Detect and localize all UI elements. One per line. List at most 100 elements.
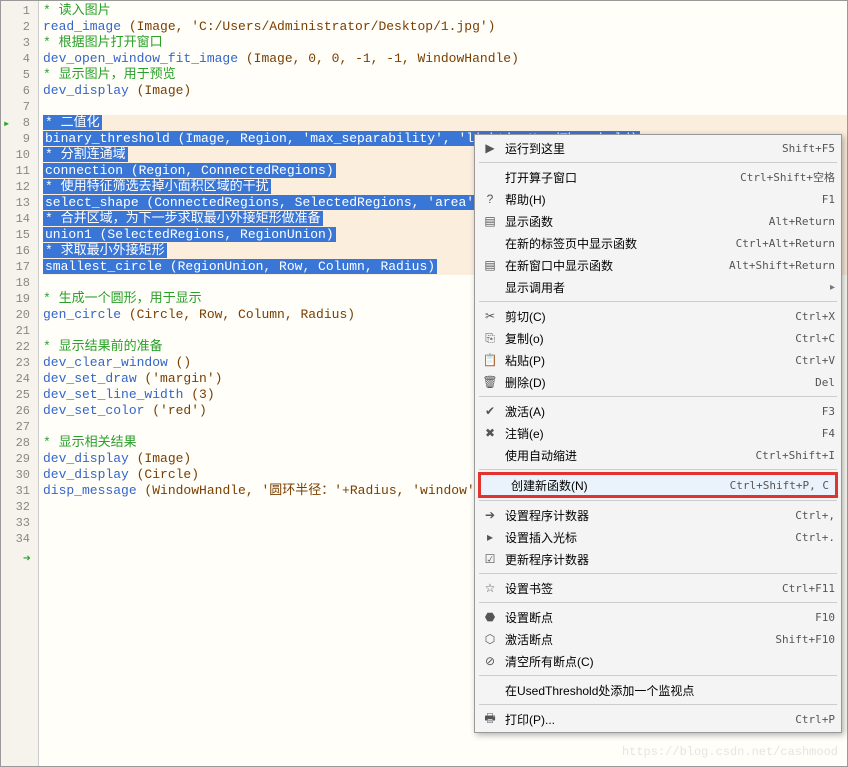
menu-label: 在新窗口中显示函数 [501, 257, 729, 274]
menu-label: 删除(D) [501, 374, 815, 391]
cut-icon: ✂ [479, 309, 501, 323]
menu-shortcut: F1 [822, 193, 835, 206]
tri-r-icon: ▸ [479, 530, 501, 544]
menu-label: 激活断点 [501, 631, 775, 648]
menu-item[interactable]: ⬣设置断点F10 [475, 606, 841, 628]
menu-separator [479, 675, 837, 676]
line-number: 21 [1, 323, 38, 339]
menu-shortcut: Del [815, 376, 835, 389]
menu-shortcut: Shift+F10 [775, 633, 835, 646]
activate-icon: ✔ [479, 404, 501, 418]
line-number: 28 [1, 435, 38, 451]
menu-item[interactable]: ➔设置程序计数器Ctrl+, [475, 504, 841, 526]
menu-item[interactable]: ▶运行到这里Shift+F5 [475, 137, 841, 159]
line-number: 15 [1, 227, 38, 243]
menu-label: 帮助(H) [501, 191, 822, 208]
code-line[interactable]: dev_open_window_fit_image (Image, 0, 0, … [43, 51, 847, 67]
menu-item[interactable]: 使用自动缩进Ctrl+Shift+I [475, 444, 841, 466]
line-number: 22 [1, 339, 38, 355]
menu-item[interactable]: ▤在新窗口中显示函数Alt+Shift+Return [475, 254, 841, 276]
line-number: 18 [1, 275, 38, 291]
menu-label: 打开算子窗口 [501, 169, 740, 186]
code-line[interactable] [43, 99, 847, 115]
line-number: 16 [1, 243, 38, 259]
menu-item[interactable]: ?帮助(H)F1 [475, 188, 841, 210]
stop-gray-icon: ⬡ [479, 632, 501, 646]
menu-shortcut: Ctrl+C [795, 332, 835, 345]
line-number: 33 [1, 515, 38, 531]
menu-shortcut: Ctrl+Shift+P, C [730, 479, 829, 492]
line-number: 17 [1, 259, 38, 275]
paste-icon: 📋 [479, 353, 501, 367]
menu-label: 在新的标签页中显示函数 [501, 235, 736, 252]
run-icon: ▶ [479, 141, 501, 155]
breakpoint-marker[interactable]: ▸ [3, 116, 10, 132]
menu-shortcut: Shift+F5 [782, 142, 835, 155]
menu-label: 清空所有断点(C) [501, 653, 835, 670]
code-line[interactable]: * 根据图片打开窗口 [43, 35, 847, 51]
line-number: 13 [1, 195, 38, 211]
arrow-r-icon: ➔ [479, 508, 501, 522]
menu-item[interactable]: ✖注销(e)F4 [475, 422, 841, 444]
menu-item[interactable]: 📋粘贴(P)Ctrl+V [475, 349, 841, 371]
code-line[interactable]: read_image (Image, 'C:/Users/Administrat… [43, 19, 847, 35]
menu-item[interactable]: 在UsedThreshold处添加一个监视点 [475, 679, 841, 701]
help-icon: ? [479, 192, 501, 206]
line-number: 34 [1, 531, 38, 547]
line-number: 19 [1, 291, 38, 307]
menu-label: 更新程序计数器 [501, 551, 835, 568]
menu-item[interactable]: 在新的标签页中显示函数Ctrl+Alt+Return [475, 232, 841, 254]
menu-item[interactable]: ✂剪切(C)Ctrl+X [475, 305, 841, 327]
line-number: 6 [1, 83, 38, 99]
code-line[interactable]: * 读入图片 [43, 3, 847, 19]
menu-item[interactable]: 打开算子窗口Ctrl+Shift+空格 [475, 166, 841, 188]
menu-label: 在UsedThreshold处添加一个监视点 [501, 682, 835, 699]
menu-label: 注销(e) [501, 425, 822, 442]
menu-label: 设置程序计数器 [501, 507, 795, 524]
line-number: 5 [1, 67, 38, 83]
line-number: 2 [1, 19, 38, 35]
line-number: 11 [1, 163, 38, 179]
menu-shortcut: Alt+Return [769, 215, 835, 228]
code-line[interactable]: * 二值化 [43, 115, 847, 131]
menu-separator [479, 301, 837, 302]
line-number: 32 [1, 499, 38, 515]
menu-item[interactable]: ⊘清空所有断点(C) [475, 650, 841, 672]
watermark: https://blog.csdn.net/cashmood [622, 745, 838, 759]
menu-item[interactable]: ✔激活(A)F3 [475, 400, 841, 422]
menu-item[interactable]: 🖶打印(P)...Ctrl+P [475, 708, 841, 730]
line-number: 1 [1, 3, 38, 19]
menu-item[interactable]: 显示调用者▸ [475, 276, 841, 298]
menu-separator [479, 469, 837, 470]
menu-item[interactable]: ▸设置插入光标Ctrl+. [475, 526, 841, 548]
line-number: 4 [1, 51, 38, 67]
doc-icon: ▤ [479, 214, 501, 228]
copy-icon: ⎘ [479, 331, 501, 346]
menu-item[interactable]: 创建新函数(N)Ctrl+Shift+P, C [478, 472, 838, 498]
line-number: 9 [1, 131, 38, 147]
menu-label: 粘贴(P) [501, 352, 795, 369]
line-number: 24 [1, 371, 38, 387]
menu-item[interactable]: ⬡激活断点Shift+F10 [475, 628, 841, 650]
delete-icon: 🗑 [479, 375, 501, 389]
code-line[interactable]: dev_display (Image) [43, 83, 847, 99]
menu-label: 设置断点 [501, 609, 815, 626]
menu-shortcut: Ctrl+F11 [782, 582, 835, 595]
menu-item[interactable]: ▤显示函数Alt+Return [475, 210, 841, 232]
menu-separator [479, 602, 837, 603]
menu-shortcut: Ctrl+X [795, 310, 835, 323]
menu-item[interactable]: ☑更新程序计数器 [475, 548, 841, 570]
menu-item[interactable]: 🗑删除(D)Del [475, 371, 841, 393]
code-line[interactable]: * 显示图片，用于预览 [43, 67, 847, 83]
menu-item[interactable]: ⎘复制(o)Ctrl+C [475, 327, 841, 349]
menu-label: 运行到这里 [501, 140, 782, 157]
menu-separator [479, 162, 837, 163]
menu-shortcut: Alt+Shift+Return [729, 259, 835, 272]
line-number: 25 [1, 387, 38, 403]
menu-separator [479, 500, 837, 501]
menu-item[interactable]: ☆设置书签Ctrl+F11 [475, 577, 841, 599]
line-number: 20 [1, 307, 38, 323]
menu-shortcut: Ctrl+P [795, 713, 835, 726]
line-number: 3 [1, 35, 38, 51]
menu-shortcut: Ctrl+Shift+I [756, 449, 835, 462]
